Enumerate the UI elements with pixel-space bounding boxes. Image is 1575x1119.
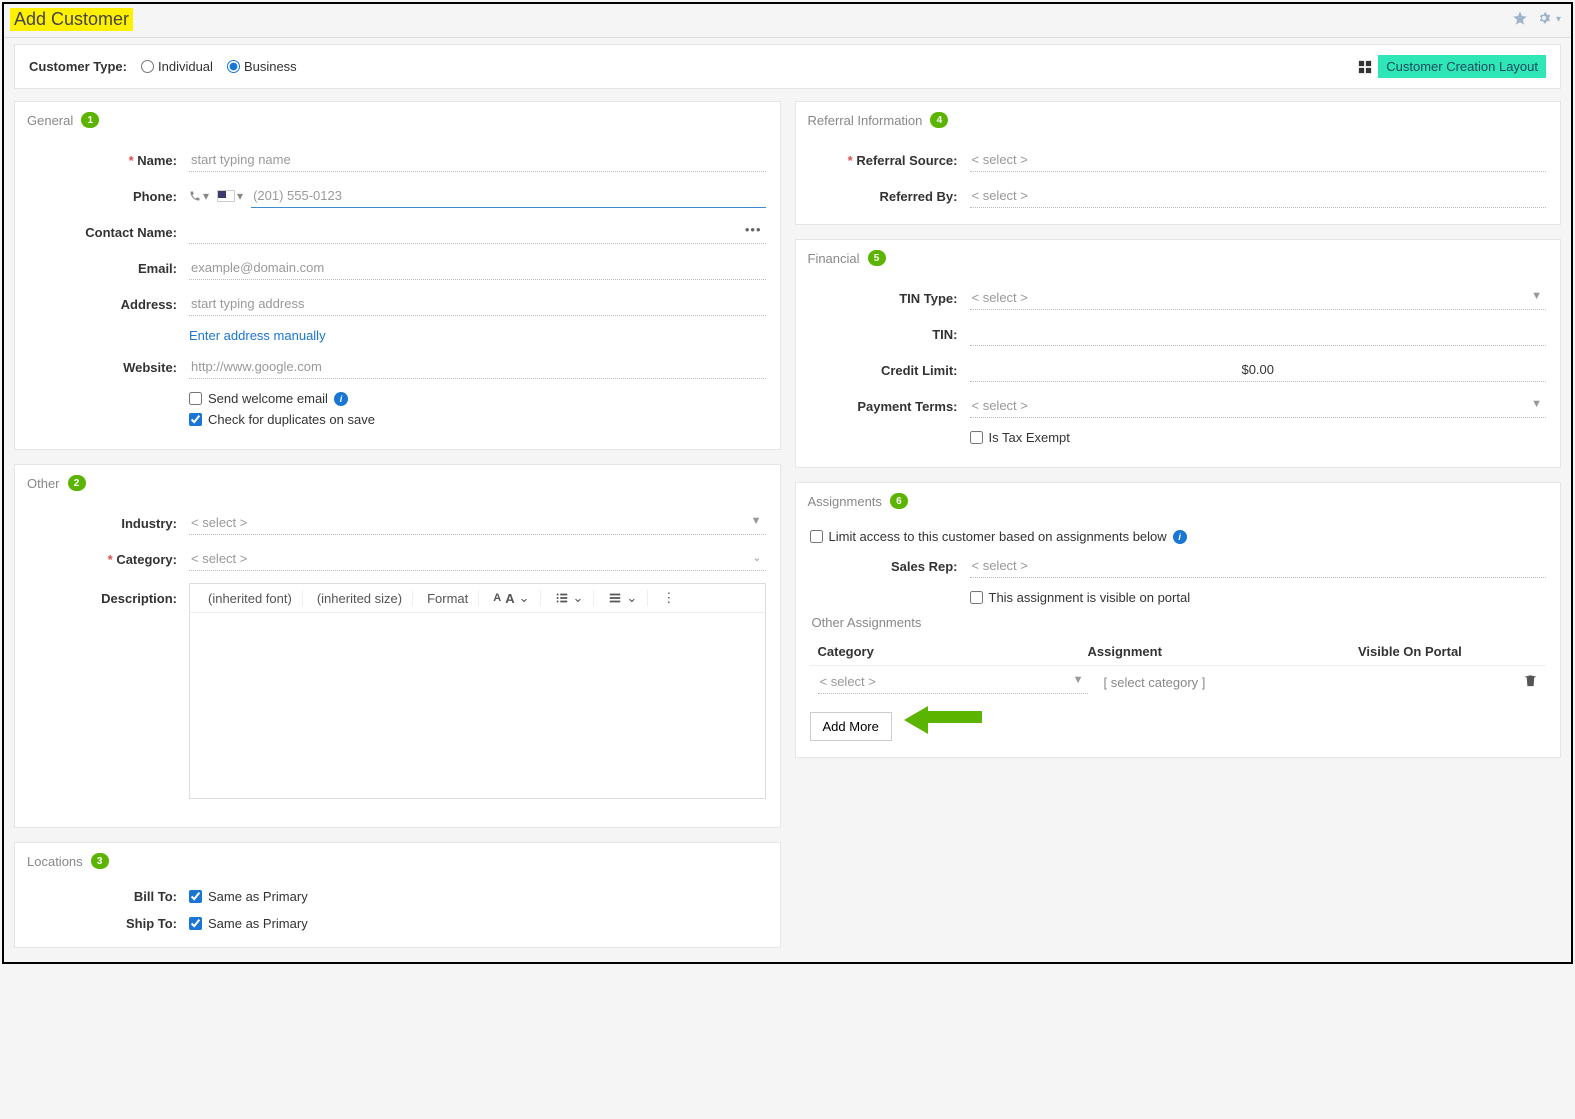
credit-limit-label: Credit Limit: [810,363,970,378]
delete-row-icon[interactable] [1523,676,1538,691]
phone-input[interactable] [251,184,765,208]
panel-locations: Locations 3 Bill To: Same as Primary Shi… [14,842,781,948]
col-assignment: Assignment [1088,644,1359,659]
panel-title: Financial [808,251,860,266]
radio-business[interactable]: Business [227,59,297,74]
visible-on-portal-label: This assignment is visible on portal [989,590,1191,605]
rte-text-style-icon[interactable]: AA ⌄ [483,590,540,606]
col-category: Category [818,644,1088,659]
website-input[interactable] [189,355,766,379]
referral-source-select[interactable] [970,148,1547,172]
website-label: Website: [29,360,189,375]
step-badge-1: 1 [81,112,99,128]
referral-source-label: Referral Source: [810,153,970,168]
radio-individual[interactable]: Individual [141,59,213,74]
step-badge-3: 3 [91,853,109,869]
rte-more-icon[interactable]: ⋮ [652,590,685,606]
rich-text-editor: (inherited font) (inherited size) Format… [189,583,766,799]
tax-exempt-checkbox[interactable] [970,431,983,444]
category-label: Category: [29,552,189,567]
enter-address-manually-link[interactable]: Enter address manually [189,328,326,343]
sales-rep-select[interactable] [970,554,1547,578]
customer-type-label: Customer Type: [29,59,127,74]
sales-rep-label: Sales Rep: [810,559,970,574]
tax-exempt-label: Is Tax Exempt [989,430,1070,445]
limit-access-checkbox[interactable] [810,530,823,543]
send-welcome-checkbox[interactable] [189,392,202,405]
phone-type-icon[interactable]: ▾ [189,189,209,203]
tin-label: TIN: [810,327,970,342]
add-more-button[interactable]: Add More [810,712,892,741]
tin-input[interactable] [970,322,1547,346]
check-duplicates-checkbox[interactable] [189,413,202,426]
step-badge-4: 4 [930,112,948,128]
rte-list-icon[interactable]: ⌄ [545,590,595,606]
shipto-label: Ship To: [29,916,189,931]
panel-title: Other [27,476,60,491]
credit-limit-input[interactable] [970,358,1547,382]
name-input[interactable] [189,148,766,172]
other-assignments-heading: Other Assignments [812,615,1545,630]
panel-title: Assignments [808,494,882,509]
step-badge-5: 5 [868,250,886,266]
panel-referral: Referral Information 4 Referral Source: … [795,101,1562,225]
send-welcome-label: Send welcome email [208,391,328,406]
info-icon[interactable]: i [334,392,348,406]
step-badge-6: 6 [890,493,908,509]
phone-label: Phone: [29,189,189,204]
rte-font-select[interactable]: (inherited font) [198,591,303,606]
contact-name-label: Contact Name: [29,225,189,240]
settings-gear-icon[interactable] [1536,10,1552,29]
rte-format-select[interactable]: Format [417,591,479,606]
industry-label: Industry: [29,516,189,531]
payment-terms-select[interactable] [970,394,1547,418]
limit-access-label: Limit access to this customer based on a… [829,529,1167,544]
shipto-same-checkbox[interactable] [189,917,202,930]
billto-same-checkbox[interactable] [189,890,202,903]
customer-creation-layout-button[interactable]: Customer Creation Layout [1378,55,1546,78]
contact-ellipsis-icon[interactable]: ••• [745,222,762,237]
visible-on-portal-checkbox[interactable] [970,591,983,604]
referred-by-select[interactable] [970,184,1547,208]
settings-caret-icon[interactable]: ▾ [1556,14,1561,25]
page-title: Add Customer [10,8,133,31]
col-visible: Visible On Portal [1358,644,1508,659]
check-duplicates-label: Check for duplicates on save [208,412,375,427]
panel-financial: Financial 5 TIN Type: ▼ TIN: [795,239,1562,468]
address-input[interactable] [189,292,766,316]
category-select[interactable] [189,547,766,571]
panel-title: General [27,113,73,128]
description-label: Description: [29,583,189,606]
panel-assignments: Assignments 6 Limit access to this custo… [795,482,1562,758]
rte-size-select[interactable]: (inherited size) [307,591,413,606]
assignment-placeholder: [ select category ] [1104,675,1206,690]
favorite-star-icon[interactable] [1512,10,1528,29]
referred-by-label: Referred By: [810,189,970,204]
layout-grid-icon [1358,60,1372,74]
tin-type-select[interactable] [970,286,1547,310]
info-icon[interactable]: i [1173,530,1187,544]
name-label: Name: [29,153,189,168]
panel-title: Referral Information [808,113,923,128]
email-label: Email: [29,261,189,276]
panel-other: Other 2 Industry: ▼ Category: [14,464,781,828]
assignment-row: ▼ [ select category ] [810,666,1547,698]
country-flag-icon[interactable]: ▾ [217,189,243,203]
description-textarea[interactable] [190,613,765,798]
step-badge-2: 2 [68,475,86,491]
rte-align-icon[interactable]: ⌄ [598,590,648,606]
industry-select[interactable] [189,511,766,535]
shipto-same-label: Same as Primary [208,916,308,931]
tin-type-label: TIN Type: [810,291,970,306]
billto-same-label: Same as Primary [208,889,308,904]
contact-name-input[interactable] [189,220,766,244]
annotation-arrow-icon [904,706,982,734]
panel-general: General 1 Name: Phone: ▾ [14,101,781,450]
panel-title: Locations [27,854,83,869]
assignment-category-select[interactable] [818,670,1088,694]
billto-label: Bill To: [29,889,189,904]
email-input[interactable] [189,256,766,280]
payment-terms-label: Payment Terms: [810,399,970,414]
address-label: Address: [29,297,189,312]
